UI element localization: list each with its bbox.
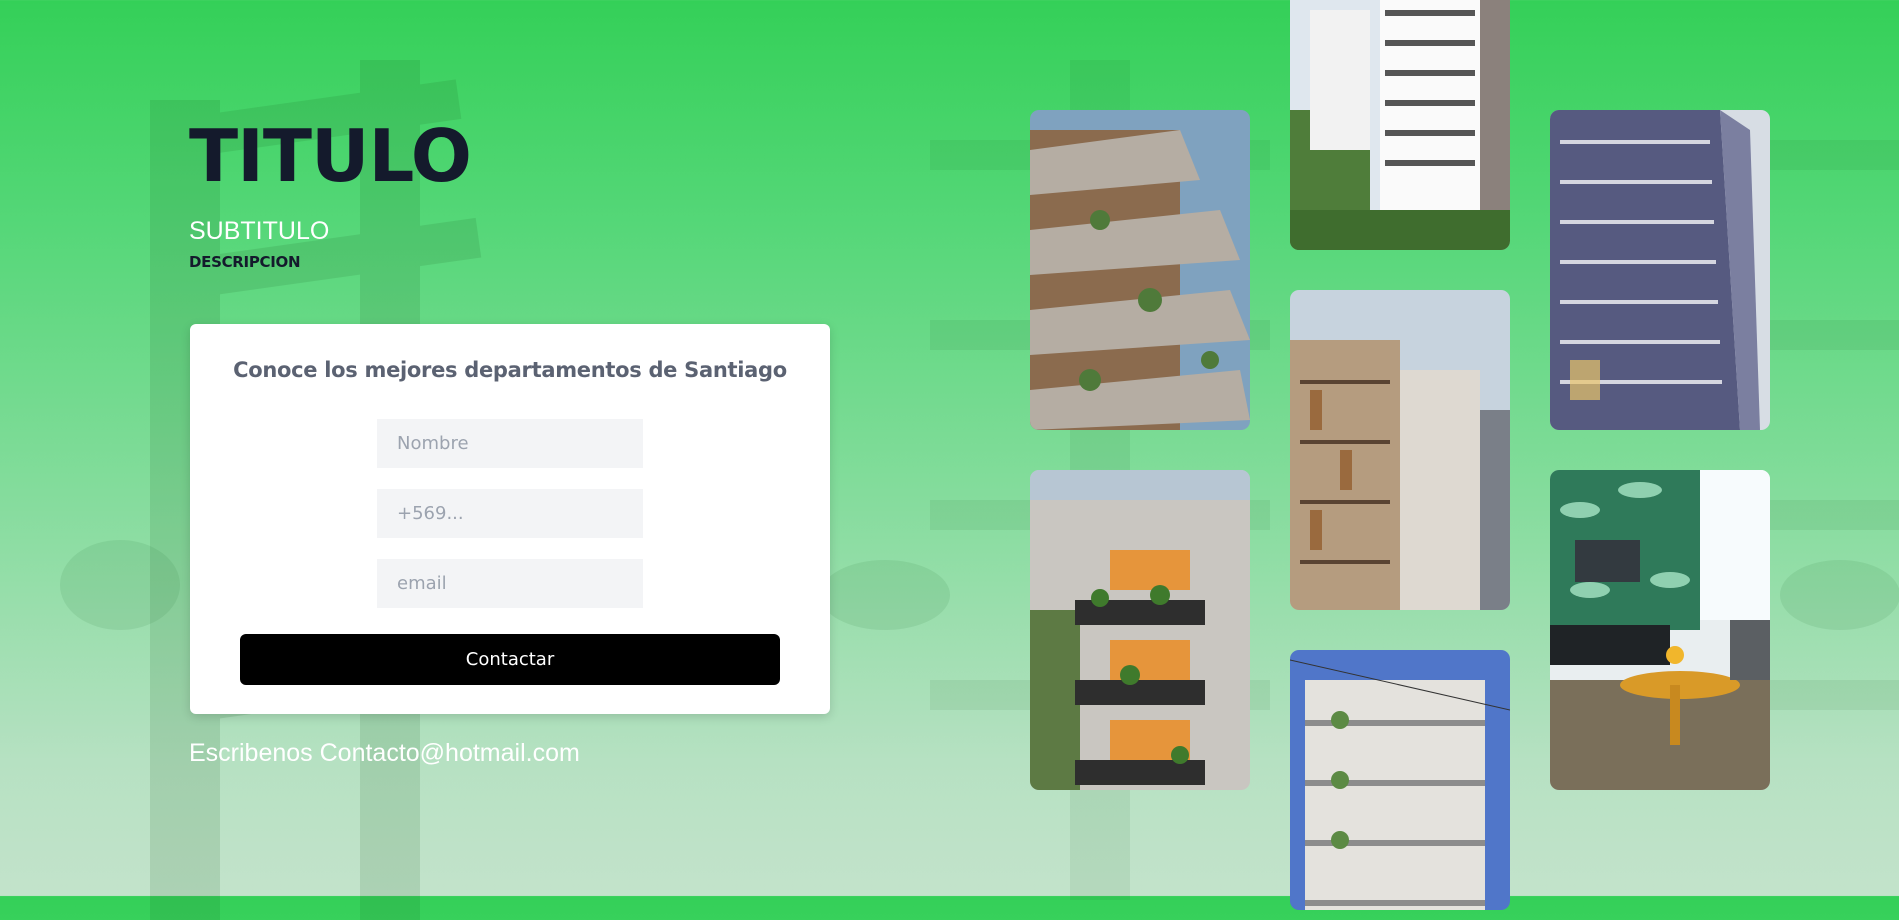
white-apartment-tower-photo: [1290, 0, 1510, 250]
blue-apartment-tower-photo: [1550, 110, 1770, 430]
living-room-interior-photo: [1550, 470, 1770, 790]
background-foliage: [820, 560, 950, 630]
form-heading: Conoce los mejores departamentos de Sant…: [233, 358, 787, 382]
phone-input[interactable]: [377, 489, 643, 538]
contact-button[interactable]: Contactar: [240, 634, 780, 685]
building-planter-balconies-photo: [1030, 470, 1250, 790]
contact-form-card: Conoce los mejores departamentos de Sant…: [190, 324, 830, 714]
wood-concrete-building-photo: [1290, 290, 1510, 610]
page-subtitle: SUBTITULO: [189, 217, 330, 245]
building-cantilevered-balconies-photo: [1030, 110, 1250, 430]
page-description: DESCRIPCION: [189, 253, 301, 271]
contact-email-text: Escribenos Contacto@hotmail.com: [189, 739, 580, 767]
page-title: TITULO: [189, 114, 472, 198]
name-input[interactable]: [377, 419, 643, 468]
background-foliage: [60, 540, 180, 630]
email-input[interactable]: [377, 559, 643, 608]
concrete-building-balconies-photo: [1290, 650, 1510, 910]
background-foliage: [1780, 560, 1899, 630]
